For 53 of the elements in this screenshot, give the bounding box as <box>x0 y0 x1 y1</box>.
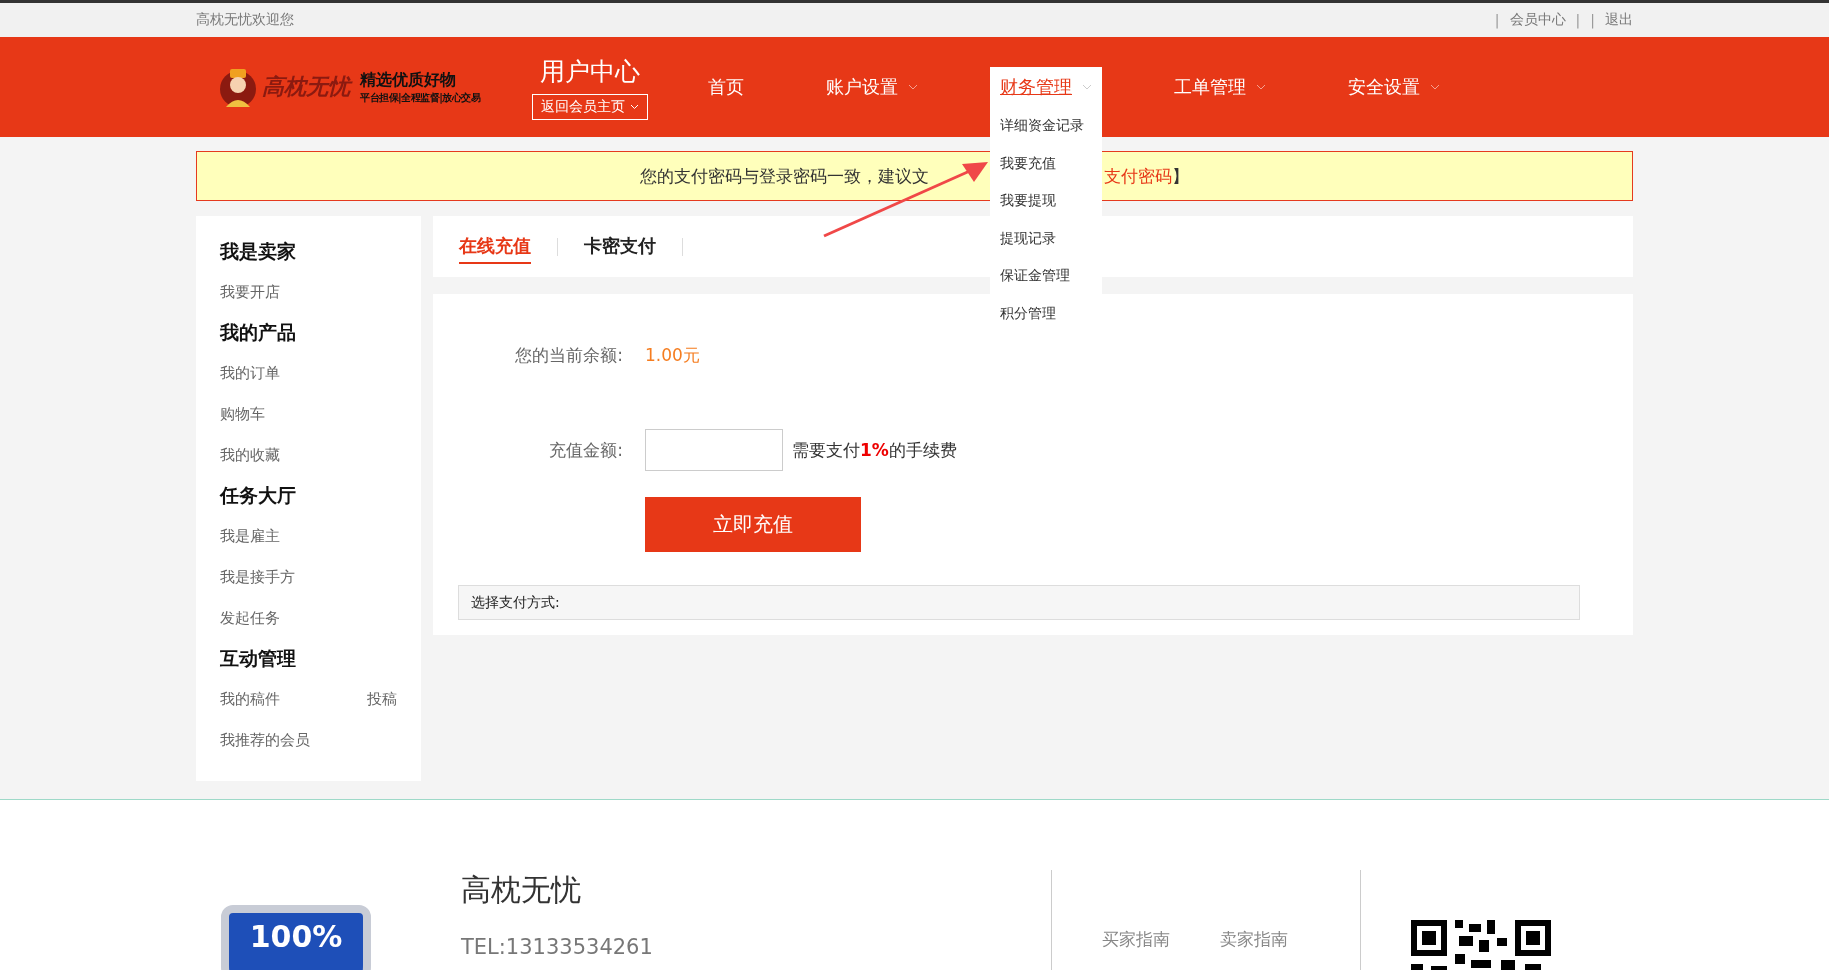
footer-link[interactable]: 买家指南 <box>1102 928 1170 970</box>
tab[interactable]: 卡密支付 <box>584 229 656 264</box>
slogan-subtitle: 平台担保|全程监督|放心交易 <box>360 90 481 105</box>
sidebar-item[interactable]: 投稿 <box>367 679 397 720</box>
sidebar-heading: 任务大厅 <box>220 483 297 508</box>
slogan: 精选优质好物 <box>360 69 457 91</box>
nav-item[interactable]: 财务管理 <box>990 67 1102 107</box>
sidebar-item[interactable]: 发起任务 <box>220 598 280 639</box>
sidebar-heading: 互动管理 <box>220 646 297 671</box>
notice-text: 您的支付密码与登录密码一致，建议文 <box>640 164 929 188</box>
footer-brand: 高枕无忧 <box>461 871 582 909</box>
sidebar-heading: 我的产品 <box>220 320 297 345</box>
sidebar-item[interactable]: 我是接手方 <box>220 557 295 598</box>
separator: | <box>1494 12 1500 28</box>
top-link[interactable]: 退出 <box>1605 11 1633 29</box>
fee-note: 需要支付1%的手续费 <box>792 438 957 462</box>
nav-item[interactable]: 工单管理 <box>1164 67 1276 107</box>
balance-value: 1.00元 <box>645 344 700 367</box>
separator: | <box>1590 12 1595 28</box>
menu-item[interactable]: 积分管理 <box>990 294 1102 332</box>
chevron-down-icon <box>630 103 639 110</box>
page-title: 用户中心 <box>540 55 640 88</box>
form-label: 您的当前余额: <box>514 344 623 367</box>
menu-item[interactable]: 我要提现 <box>990 182 1102 220</box>
menu-item[interactable]: 保证金管理 <box>990 257 1102 295</box>
notice-link[interactable]: 支付密码 <box>1104 164 1172 188</box>
payment-label: 选择支付方式: <box>471 593 560 612</box>
recharge-button[interactable]: 立即充值 <box>645 497 861 552</box>
sidebar-item[interactable]: 我要开店 <box>220 272 280 313</box>
tab[interactable]: 在线充值 <box>459 229 531 264</box>
menu-item[interactable]: 提现记录 <box>990 219 1102 257</box>
top-link[interactable]: 会员中心 <box>1509 11 1566 29</box>
amount-field[interactable] <box>645 429 783 471</box>
menu-item[interactable]: 详细资金记录 <box>990 107 1102 145</box>
separator: | <box>1575 12 1581 28</box>
form-label: 充值金额: <box>548 438 623 462</box>
nav-item[interactable]: 安全设置 <box>1338 67 1450 107</box>
sidebar-heading: 我是卖家 <box>220 239 297 264</box>
sidebar-item[interactable]: 购物车 <box>220 394 265 435</box>
badge-text: 100% <box>249 919 343 956</box>
welcome-text: 高枕无忧欢迎您 <box>196 11 294 29</box>
sidebar-item[interactable]: 我是雇主 <box>220 516 280 557</box>
sidebar-item[interactable]: 我的收藏 <box>220 435 280 476</box>
nav-item[interactable]: 首页 <box>698 67 754 107</box>
sidebar-item[interactable]: 我的订单 <box>220 353 280 394</box>
footer-phone: TEL:13133534261 <box>461 935 654 959</box>
sidebar-item[interactable]: 我推荐的会员 <box>220 720 310 761</box>
footer-link[interactable]: 卖家指南 <box>1220 928 1288 970</box>
back-button[interactable]: 返回会员主页 <box>532 93 648 120</box>
menu-item[interactable]: 我要充值 <box>990 144 1102 182</box>
nav-item[interactable]: 账户设置 <box>816 67 928 107</box>
sidebar-item[interactable]: 我的稿件 <box>220 679 280 720</box>
notice-bracket: 】 <box>1172 164 1189 188</box>
